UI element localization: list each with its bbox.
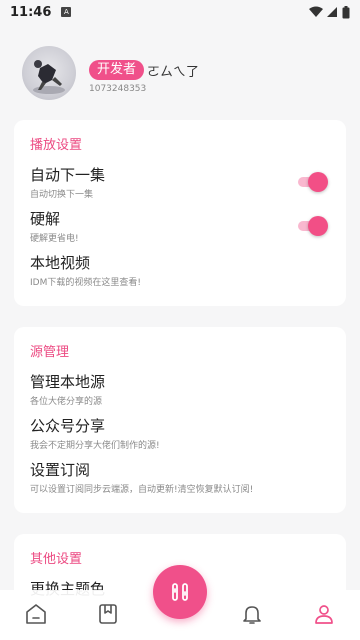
section-title-playback: 播放设置	[30, 138, 83, 153]
tools-button[interactable]	[153, 565, 207, 619]
signal-icon	[327, 7, 337, 17]
user-id: 1073248353	[89, 84, 147, 94]
manage-local-sources-subtitle: 各位大佬分享的源	[30, 397, 103, 407]
subscription-settings-subtitle: 可以设置订阅同步云端源，自动更新!清空恢复默认订阅!	[30, 485, 254, 495]
playback-settings-card: 播放设置 自动下一集 自动切换下一集 硬解 硬解更省电! 本地视频 IDM下载的…	[14, 120, 346, 306]
status-time: 11:46	[10, 4, 52, 20]
bell-icon[interactable]	[240, 602, 264, 626]
official-account-share-subtitle: 我会不定期分享大佬们制作的源!	[30, 441, 160, 451]
battery-icon	[342, 5, 350, 18]
hardware-decode-subtitle: 硬解更省电!	[30, 234, 79, 244]
status-indicators	[309, 5, 350, 19]
developer-badge: 开发者	[89, 60, 145, 80]
auto-next-episode-toggle[interactable]	[298, 172, 328, 192]
hardware-decode-title[interactable]: 硬解	[30, 208, 60, 229]
avatar[interactable]	[22, 46, 76, 100]
nickname: ㄛㄙㄟ了	[147, 65, 200, 80]
wifi-icon	[309, 6, 323, 17]
avatar-figure-icon	[33, 60, 65, 94]
profile-icon[interactable]	[312, 602, 336, 626]
subscription-settings-title[interactable]: 设置订阅	[30, 459, 90, 480]
local-video-title[interactable]: 本地视频	[30, 252, 90, 273]
source-management-card: 源管理 管理本地源 各位大佬分享的源 公众号分享 我会不定期分享大佬们制作的源!…	[14, 327, 346, 513]
home-icon[interactable]	[24, 602, 48, 626]
manage-local-sources-title[interactable]: 管理本地源	[30, 371, 105, 392]
toggle-thumb	[308, 172, 328, 192]
tools-icon	[172, 583, 188, 601]
section-title-sources: 源管理	[30, 345, 70, 360]
notification-icon: A	[61, 7, 72, 17]
auto-next-episode-subtitle: 自动切换下一集	[30, 190, 94, 200]
bookmark-icon[interactable]	[96, 602, 120, 626]
toggle-thumb	[308, 216, 328, 236]
local-video-subtitle: IDM下载的视频在这里查看!	[30, 278, 141, 288]
profile-header: 开发者 ㄛㄙㄟ了 1073248353	[22, 46, 342, 102]
hardware-decode-toggle[interactable]	[298, 216, 328, 236]
section-title-other: 其他设置	[30, 552, 83, 567]
auto-next-episode-title[interactable]: 自动下一集	[30, 164, 105, 185]
status-bar: 11:46 A	[0, 0, 360, 24]
official-account-share-title[interactable]: 公众号分享	[30, 415, 105, 436]
